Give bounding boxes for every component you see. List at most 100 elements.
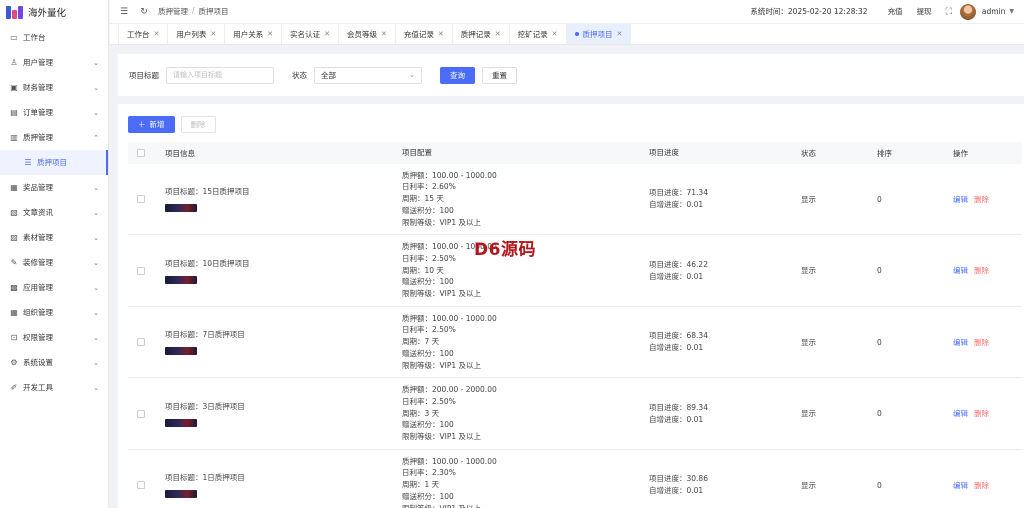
recharge-link[interactable]: 充值 — [888, 6, 903, 17]
chevron-icon: ⌄ — [93, 308, 99, 317]
config-line: 限制等级：VIP1 及以上 — [402, 503, 649, 508]
close-icon[interactable]: ✕ — [324, 30, 330, 38]
tab[interactable]: 实名认证 ✕ — [282, 24, 339, 44]
sidebar-item[interactable]: ▧ 文章资讯 ⌄ — [0, 200, 108, 225]
tab-label: 质押项目 — [582, 29, 613, 39]
tab-label: 挖矿记录 — [517, 29, 548, 39]
row-checkbox[interactable] — [137, 195, 145, 203]
org-icon: ▦ — [10, 308, 18, 317]
sidebar-item[interactable]: ▤ 订单管理 ⌄ — [0, 100, 108, 125]
edit-link[interactable]: 编辑 — [953, 408, 968, 419]
close-icon[interactable]: ✕ — [381, 30, 387, 38]
wallet-icon: ▣ — [10, 83, 18, 92]
sidebar-item[interactable]: ▦ 组织管理 ⌄ — [0, 300, 108, 325]
config-line: 赠送积分：100 — [402, 348, 454, 358]
chevron-icon: ⌄ — [93, 258, 99, 267]
auto-progress: 自增进度：0.01 — [649, 343, 704, 352]
status-text: 显示 — [801, 266, 816, 275]
close-icon[interactable]: ✕ — [210, 30, 216, 38]
config-line: 限制等级：VIP1 及以上 — [402, 432, 482, 442]
query-button[interactable]: 查询 — [440, 66, 475, 84]
chevron-icon: ⌄ — [93, 183, 99, 192]
palette-icon: ✎ — [10, 258, 18, 267]
article-icon: ▧ — [10, 208, 18, 217]
delete-link[interactable]: 删除 — [974, 337, 989, 348]
tab[interactable]: 质押项目 ✕ — [566, 24, 632, 44]
row-checkbox[interactable] — [137, 481, 145, 489]
edit-link[interactable]: 编辑 — [953, 194, 968, 205]
row-checkbox[interactable] — [137, 266, 145, 275]
sidebar-item[interactable]: ▭ 工作台 — [0, 25, 108, 50]
app-icon: ▩ — [10, 283, 18, 292]
close-icon[interactable]: ✕ — [438, 30, 444, 38]
tab[interactable]: 用户列表 ✕ — [168, 24, 226, 44]
sidebar-item-label: 订单管理 — [23, 108, 53, 117]
sort-value: 0 — [877, 337, 882, 347]
sort-value: 0 — [877, 266, 882, 275]
breadcrumb-item[interactable]: 质押管理 — [158, 6, 188, 17]
tab[interactable]: 会员等级 ✕ — [339, 24, 396, 44]
sidebar-item[interactable]: ⚙ 系统设置 ⌄ — [0, 350, 108, 375]
add-button[interactable]: ＋ 新增 — [128, 116, 175, 133]
close-icon[interactable]: ✕ — [617, 30, 623, 38]
config-line: 日利率：2.30% — [402, 468, 456, 478]
close-icon[interactable]: ✕ — [154, 30, 160, 38]
sidebar-item[interactable]: ▦ 奖品管理 ⌄ — [0, 175, 108, 200]
sidebar-item-label: 权限管理 — [23, 333, 53, 342]
system-time: 系统时间：2025-02-20 12:28:32 — [750, 7, 868, 16]
tab-label: 实名认证 — [290, 29, 321, 39]
app-logo[interactable]: 海外量化 — [0, 0, 108, 24]
tab[interactable]: 挖矿记录 ✕ — [510, 24, 567, 44]
delete-link[interactable]: 删除 — [974, 480, 989, 491]
refresh-icon[interactable]: ↻ — [138, 6, 150, 18]
sidebar-item[interactable]: ▥ 质押管理 ⌃ — [0, 125, 108, 150]
chevron-icon: ⌄ — [93, 233, 99, 242]
tab[interactable]: 用户关系 ✕ — [225, 24, 283, 44]
sidebar-item[interactable]: ☰ 质押项目 — [0, 150, 108, 175]
sidebar-item[interactable]: ▩ 应用管理 ⌄ — [0, 275, 108, 300]
delete-link[interactable]: 删除 — [974, 194, 989, 205]
tab[interactable]: 充值记录 ✕ — [396, 24, 453, 44]
sidebar-item[interactable]: ✎ 装修管理 ⌄ — [0, 250, 108, 275]
config-line: 质押额：100.00 - 1000.00 — [402, 456, 497, 466]
tab[interactable]: 质押记录 ✕ — [453, 24, 510, 44]
edit-link[interactable]: 编辑 — [953, 480, 968, 491]
avatar[interactable] — [959, 3, 976, 20]
chevron-icon: ⌄ — [93, 333, 99, 342]
tab-label: 充值记录 — [403, 29, 434, 39]
user-name[interactable]: admin — [982, 7, 1006, 16]
tab[interactable]: 工作台 ✕ — [118, 24, 169, 44]
close-icon[interactable]: ✕ — [495, 30, 501, 38]
project-progress: 项目进度：30.86 — [649, 474, 708, 483]
tab-label: 会员等级 — [347, 29, 377, 39]
sidebar-item[interactable]: ⊡ 权限管理 ⌄ — [0, 325, 108, 350]
chevron-down-icon[interactable]: ▼ — [1009, 8, 1014, 15]
project-progress: 项目进度：71.34 — [649, 188, 708, 197]
edit-link[interactable]: 编辑 — [953, 337, 968, 348]
sidebar-item[interactable]: ▣ 财务管理 ⌄ — [0, 75, 108, 100]
column-header: 项目进度 — [649, 148, 679, 157]
delete-button[interactable]: 删除 — [180, 116, 216, 133]
close-icon[interactable]: ✕ — [267, 30, 273, 38]
edit-link[interactable]: 编辑 — [953, 265, 968, 276]
close-icon[interactable]: ✕ — [552, 30, 558, 38]
sidebar-item[interactable]: ✐ 开发工具 ⌄ — [0, 375, 108, 400]
delete-link[interactable]: 删除 — [974, 408, 989, 419]
title-search-input[interactable]: 请输入项目标题 — [166, 66, 274, 84]
delete-link[interactable]: 删除 — [974, 265, 989, 276]
order-icon: ▤ — [10, 108, 18, 117]
withdraw-link[interactable]: 提现 — [917, 6, 932, 17]
select-all-checkbox[interactable] — [137, 149, 145, 157]
table-row: 项目标题：7日质押项目 质押额：100.00 - 1000.00 日利率：2.50%… — [128, 307, 1022, 378]
sort-value: 0 — [877, 409, 882, 418]
row-checkbox[interactable] — [137, 338, 145, 346]
sidebar-item[interactable]: ♙ 用户管理 ⌄ — [0, 50, 108, 75]
sidebar-item[interactable]: ▨ 素材管理 ⌄ — [0, 225, 108, 250]
menu-fold-icon[interactable]: ☰ — [118, 6, 130, 18]
reset-button[interactable]: 重置 — [482, 66, 517, 84]
config-line: 周期：1 天 — [402, 480, 440, 490]
row-checkbox[interactable] — [137, 409, 145, 418]
status-select[interactable]: 全部 ⌄ — [314, 66, 422, 84]
config-line: 质押额：200.00 - 2000.00 — [402, 385, 497, 394]
fullscreen-icon[interactable]: ⛶ — [946, 7, 952, 17]
